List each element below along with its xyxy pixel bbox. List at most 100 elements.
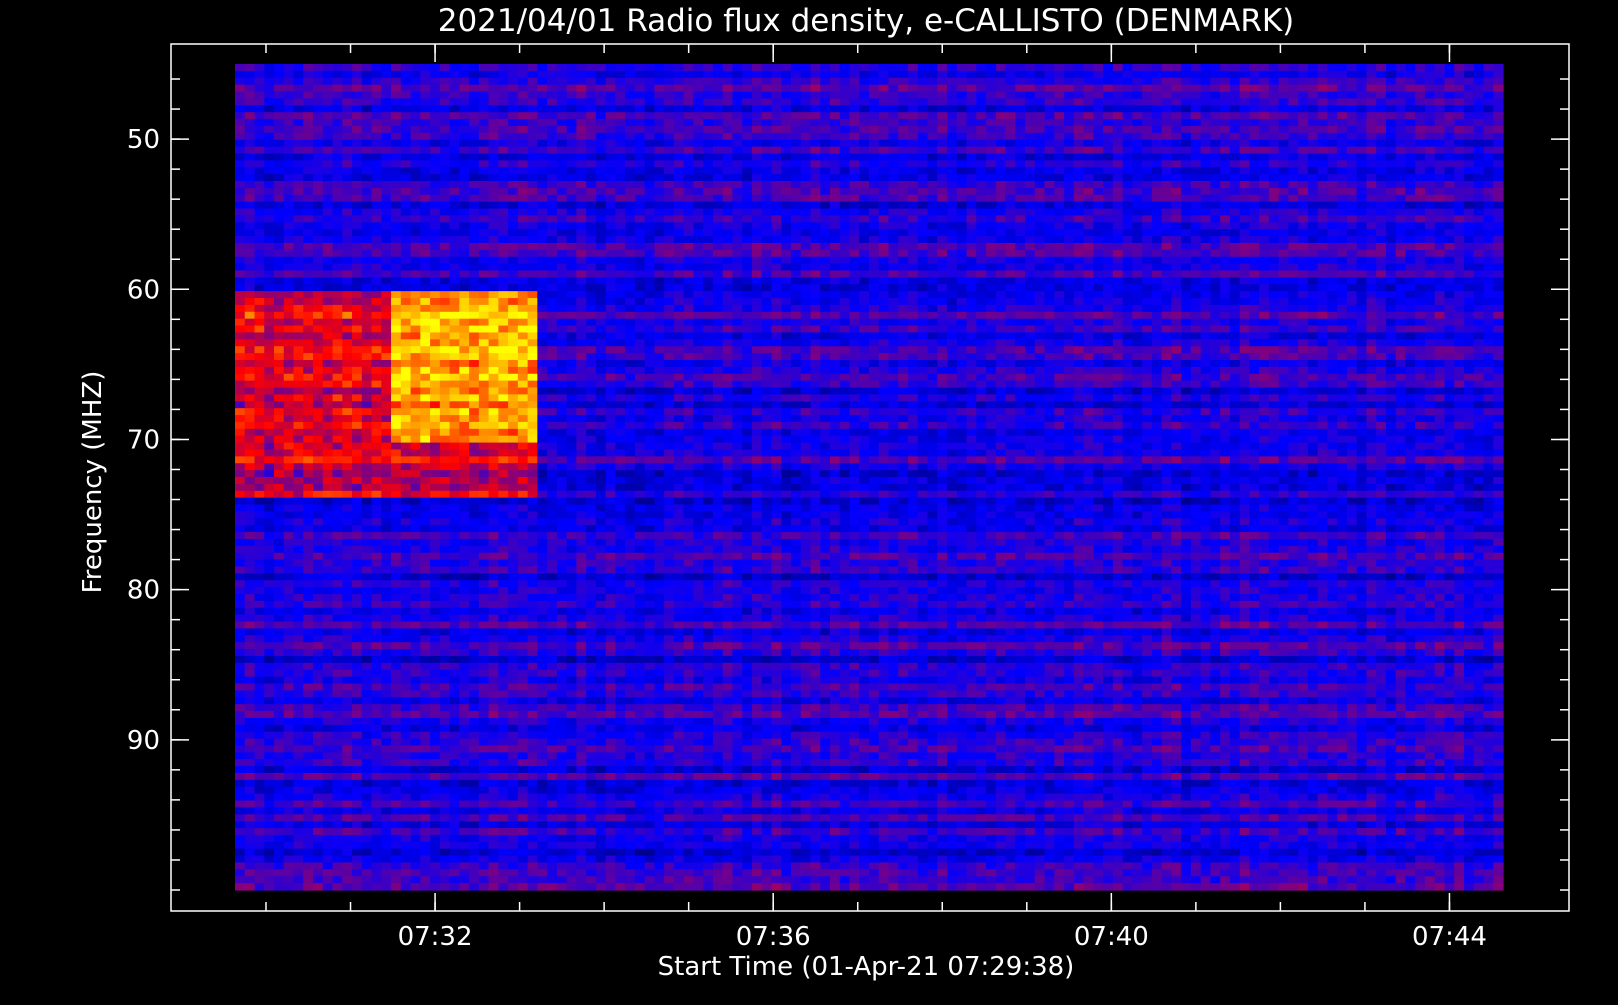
heatmap-cell bbox=[469, 194, 480, 203]
heatmap-cell bbox=[527, 311, 538, 320]
heatmap-cell bbox=[449, 332, 460, 340]
heatmap-cell bbox=[449, 545, 460, 554]
heatmap-cell bbox=[586, 270, 597, 278]
heatmap-cell bbox=[410, 401, 421, 409]
heatmap-cell bbox=[400, 518, 412, 526]
heatmap-cell bbox=[381, 869, 392, 877]
heatmap-cell bbox=[547, 518, 558, 526]
heatmap-cell bbox=[469, 600, 480, 609]
heatmap-cell bbox=[615, 573, 626, 581]
heatmap-cell bbox=[342, 477, 353, 485]
heatmap-cell bbox=[283, 84, 295, 93]
heatmap-cell bbox=[459, 380, 470, 389]
heatmap-cell bbox=[303, 146, 314, 155]
heatmap-cell bbox=[361, 91, 373, 100]
heatmap-cell bbox=[381, 655, 392, 664]
heatmap-cell bbox=[439, 401, 451, 409]
heatmap-cell bbox=[508, 284, 519, 292]
heatmap-cell bbox=[576, 373, 587, 382]
heatmap-cell bbox=[420, 855, 431, 864]
heatmap-cell bbox=[332, 373, 343, 382]
heatmap-cell bbox=[595, 215, 607, 223]
heatmap-cell bbox=[498, 676, 509, 685]
heatmap-cell bbox=[264, 119, 275, 127]
heatmap-cell bbox=[586, 387, 597, 395]
heatmap-cell bbox=[527, 353, 538, 361]
heatmap-cell bbox=[254, 167, 265, 175]
heatmap-cell bbox=[605, 607, 616, 616]
heatmap-cell bbox=[371, 566, 382, 574]
heatmap-cell bbox=[235, 676, 246, 685]
heatmap-cell bbox=[469, 242, 480, 251]
heatmap-cell bbox=[322, 105, 334, 113]
heatmap-cell bbox=[303, 724, 314, 733]
heatmap-cell bbox=[566, 229, 577, 237]
heatmap-cell bbox=[469, 415, 480, 423]
heatmap-cell bbox=[400, 621, 412, 630]
heatmap-cell bbox=[293, 470, 304, 478]
heatmap-cell bbox=[293, 490, 304, 499]
heatmap-cell bbox=[517, 366, 529, 375]
heatmap-cell bbox=[352, 119, 363, 127]
heatmap-cell bbox=[391, 690, 402, 698]
heatmap-cell bbox=[430, 298, 441, 306]
heatmap-cell bbox=[527, 497, 538, 506]
heatmap-cell bbox=[274, 160, 285, 168]
heatmap-cell bbox=[508, 146, 519, 155]
heatmap-cell bbox=[508, 649, 519, 657]
heatmap-cell bbox=[381, 380, 392, 389]
heatmap-cell bbox=[517, 855, 529, 864]
heatmap-cell bbox=[342, 174, 353, 182]
heatmap-cell bbox=[254, 655, 265, 664]
heatmap-cell bbox=[605, 669, 616, 678]
heatmap-cell bbox=[615, 373, 626, 382]
heatmap-cell bbox=[625, 532, 636, 540]
heatmap-cell bbox=[342, 573, 353, 581]
heatmap-cell bbox=[634, 167, 646, 175]
heatmap-cell bbox=[449, 525, 460, 533]
heatmap-cell bbox=[264, 105, 275, 113]
heatmap-cell bbox=[478, 174, 490, 182]
heatmap-cell bbox=[478, 119, 490, 127]
heatmap-cell bbox=[595, 119, 607, 127]
heatmap-cell bbox=[322, 876, 334, 884]
heatmap-cell bbox=[517, 380, 529, 389]
heatmap-cell bbox=[332, 883, 343, 891]
heatmap-cell bbox=[342, 242, 353, 251]
heatmap-cell bbox=[517, 98, 529, 106]
heatmap-cell bbox=[527, 745, 538, 753]
heatmap-cell bbox=[537, 793, 548, 802]
heatmap-cell bbox=[595, 545, 607, 554]
heatmap-cell bbox=[508, 635, 519, 643]
heatmap-cell bbox=[371, 153, 382, 161]
heatmap-cell bbox=[605, 84, 616, 93]
heatmap-cell bbox=[283, 298, 295, 306]
heatmap-cell bbox=[508, 125, 519, 134]
heatmap-cell bbox=[439, 848, 451, 857]
heatmap-cell bbox=[517, 194, 529, 203]
heatmap-cell bbox=[478, 793, 490, 802]
heatmap-cell bbox=[625, 346, 636, 354]
heatmap-cell bbox=[576, 112, 587, 120]
heatmap-cell bbox=[615, 649, 626, 657]
heatmap-cell bbox=[371, 786, 382, 795]
heatmap-cell bbox=[556, 181, 568, 189]
heatmap-cell bbox=[322, 772, 334, 781]
heatmap-cell bbox=[478, 98, 490, 106]
heatmap-cell bbox=[625, 869, 636, 877]
heatmap-cell bbox=[391, 793, 402, 802]
heatmap-cell bbox=[430, 649, 441, 657]
heatmap-cell bbox=[576, 483, 587, 492]
heatmap-cell bbox=[615, 84, 626, 93]
heatmap-cell bbox=[322, 304, 334, 313]
heatmap-cell bbox=[469, 786, 480, 795]
heatmap-cell bbox=[254, 779, 265, 788]
heatmap-cell bbox=[556, 77, 568, 86]
heatmap-cell bbox=[322, 841, 334, 850]
heatmap-cell bbox=[283, 263, 295, 272]
heatmap-cell bbox=[391, 518, 402, 526]
heatmap-cell bbox=[625, 181, 636, 189]
heatmap-cell bbox=[430, 669, 441, 678]
heatmap-cell bbox=[537, 222, 548, 230]
heatmap-cell bbox=[274, 772, 285, 781]
